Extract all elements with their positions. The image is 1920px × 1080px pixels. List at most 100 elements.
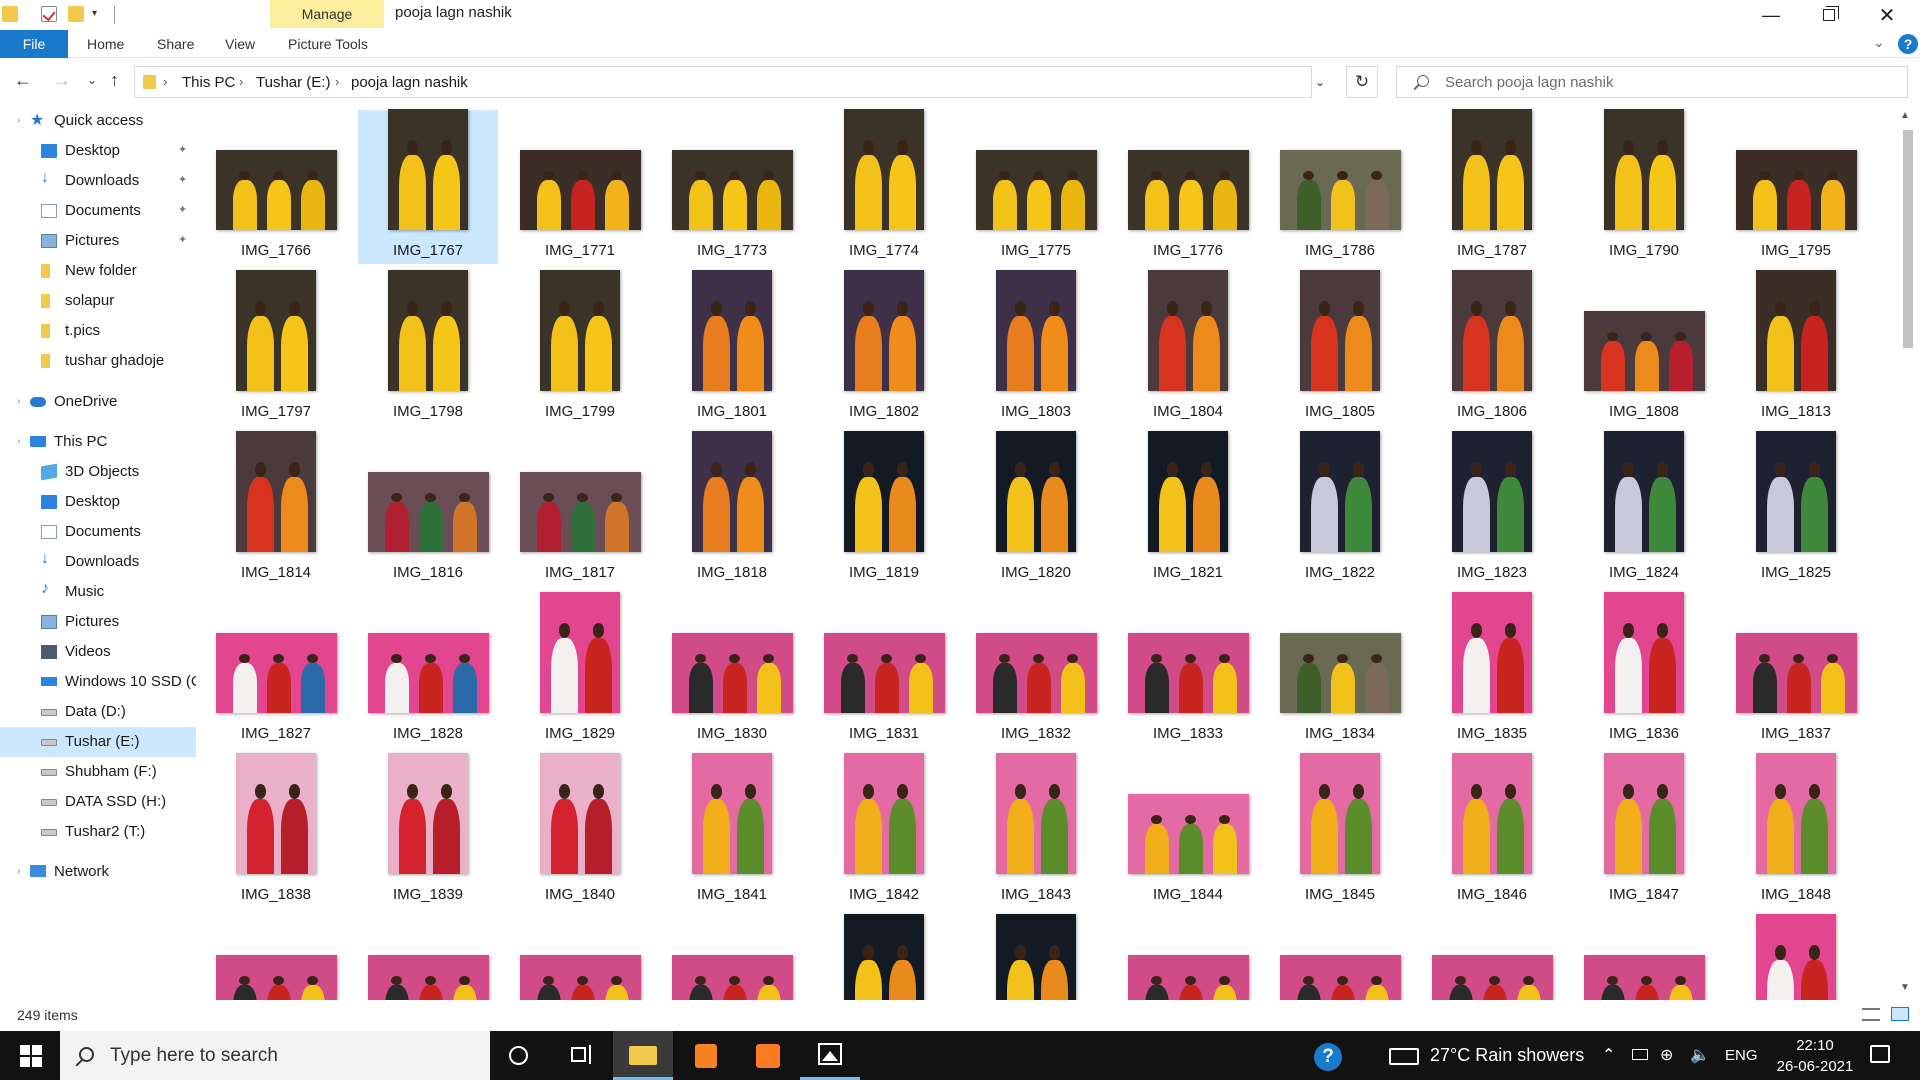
- file-item[interactable]: [966, 914, 1106, 1000]
- sublime-text-taskbar-button[interactable]: [675, 1031, 735, 1080]
- file-item[interactable]: IMG_1818: [662, 431, 802, 586]
- file-item[interactable]: IMG_1835: [1422, 592, 1562, 747]
- start-button[interactable]: [0, 1031, 60, 1080]
- forward-arrow-icon[interactable]: →: [53, 70, 71, 91]
- file-item[interactable]: IMG_1848: [1726, 753, 1866, 908]
- file-item[interactable]: IMG_1830: [662, 593, 802, 747]
- show-hidden-icons-chevron-icon[interactable]: ⌃: [1602, 1045, 1615, 1065]
- sidebar-item[interactable]: t.pics: [0, 316, 196, 346]
- back-arrow-icon[interactable]: ←: [14, 70, 32, 91]
- breadcrumb-separator-icon[interactable]: ›: [335, 74, 339, 89]
- file-item[interactable]: IMG_1799: [510, 270, 650, 425]
- sidebar-item[interactable]: Tushar (E:): [0, 727, 196, 757]
- file-item[interactable]: IMG_1843: [966, 753, 1106, 908]
- search-input[interactable]: [1445, 71, 1895, 93]
- refresh-button[interactable]: ↻: [1346, 66, 1378, 98]
- maximize-button[interactable]: [1800, 0, 1858, 30]
- task-view-button[interactable]: [550, 1031, 610, 1080]
- file-item[interactable]: IMG_1771: [510, 110, 650, 264]
- breadcrumb-this-pc[interactable]: This PC: [182, 74, 235, 91]
- sidebar-item[interactable]: › OneDrive: [0, 387, 196, 417]
- sidebar-item[interactable]: Pictures ✦: [0, 226, 196, 256]
- sidebar-item[interactable]: › Network: [0, 857, 196, 887]
- sidebar-item[interactable]: ♪ Music: [0, 577, 196, 607]
- file-item[interactable]: IMG_1773: [662, 110, 802, 264]
- file-item[interactable]: [662, 915, 802, 1000]
- large-icons-view-icon[interactable]: [1891, 1007, 1909, 1021]
- file-item[interactable]: IMG_1831: [814, 593, 954, 747]
- file-item[interactable]: IMG_1787: [1422, 109, 1562, 264]
- details-view-icon[interactable]: [1862, 1008, 1880, 1021]
- customize-quick-access-dropdown-icon[interactable]: ▾: [92, 8, 97, 19]
- manage-contextual-tab[interactable]: Manage: [270, 0, 384, 28]
- file-item[interactable]: [814, 914, 954, 1000]
- sidebar-item[interactable]: Desktop: [0, 487, 196, 517]
- breadcrumb-separator-icon[interactable]: ›: [163, 74, 167, 89]
- breadcrumb-drive[interactable]: Tushar (E:): [256, 74, 330, 91]
- tab-home[interactable]: Home: [87, 30, 124, 58]
- file-item[interactable]: IMG_1766: [206, 110, 346, 264]
- sidebar-item[interactable]: Data (D:): [0, 697, 196, 727]
- file-item[interactable]: IMG_1841: [662, 753, 802, 908]
- file-item[interactable]: IMG_1838: [206, 753, 346, 908]
- volume-icon[interactable]: 🔈: [1690, 1045, 1710, 1065]
- close-button[interactable]: ✕: [1858, 0, 1916, 30]
- minimize-button[interactable]: —: [1742, 0, 1800, 30]
- file-item[interactable]: IMG_1806: [1422, 270, 1562, 425]
- file-item[interactable]: IMG_1776: [1118, 110, 1258, 264]
- sidebar-item[interactable]: Documents ✦: [0, 196, 196, 226]
- file-item[interactable]: IMG_1834: [1270, 593, 1410, 747]
- scrollbar-thumb[interactable]: [1903, 130, 1913, 348]
- sidebar-item[interactable]: Desktop ✦: [0, 136, 196, 166]
- sidebar-item[interactable]: Tushar2 (T:): [0, 817, 196, 847]
- file-item[interactable]: IMG_1817: [510, 432, 650, 586]
- file-item[interactable]: IMG_1797: [206, 270, 346, 425]
- input-language-indicator[interactable]: ENG: [1725, 1047, 1758, 1064]
- expand-chevron-icon[interactable]: ›: [17, 866, 20, 877]
- sidebar-item[interactable]: tushar ghadoje: [0, 346, 196, 376]
- file-item[interactable]: IMG_1836: [1574, 592, 1714, 747]
- tab-share[interactable]: Share: [157, 30, 194, 58]
- file-item[interactable]: IMG_1845: [1270, 753, 1410, 908]
- new-folder-icon[interactable]: [68, 6, 84, 22]
- weather-widget[interactable]: 27°C Rain showers: [1430, 1045, 1584, 1066]
- file-item[interactable]: IMG_1774: [814, 109, 954, 264]
- file-item[interactable]: IMG_1828: [358, 593, 498, 747]
- sidebar-item[interactable]: Pictures: [0, 607, 196, 637]
- tab-picture-tools[interactable]: Picture Tools: [288, 30, 368, 58]
- file-item[interactable]: IMG_1823: [1422, 431, 1562, 586]
- address-bar[interactable]: › This PC › Tushar (E:) › pooja lagn nas…: [134, 66, 1325, 98]
- sidebar-item[interactable]: ↓ Downloads ✦: [0, 166, 196, 196]
- file-item[interactable]: IMG_1795: [1726, 110, 1866, 264]
- file-item[interactable]: IMG_1813: [1726, 270, 1866, 425]
- file-item[interactable]: IMG_1775: [966, 110, 1106, 264]
- help-icon[interactable]: ?: [1898, 34, 1918, 54]
- address-dropdown-icon[interactable]: ⌄: [1315, 75, 1325, 89]
- file-item[interactable]: IMG_1786: [1270, 110, 1410, 264]
- file-explorer-taskbar-button[interactable]: [613, 1031, 673, 1080]
- file-item[interactable]: IMG_1824: [1574, 431, 1714, 586]
- clock-date[interactable]: 26-06-2021: [1775, 1058, 1855, 1075]
- file-item[interactable]: IMG_1833: [1118, 593, 1258, 747]
- file-item[interactable]: IMG_1842: [814, 753, 954, 908]
- file-item[interactable]: [1270, 915, 1410, 1000]
- sidebar-item[interactable]: 3D Objects: [0, 457, 196, 487]
- search-box[interactable]: [1396, 66, 1908, 98]
- file-item[interactable]: IMG_1822: [1270, 431, 1410, 586]
- xampp-taskbar-button[interactable]: [738, 1031, 798, 1080]
- photos-taskbar-button[interactable]: [800, 1031, 860, 1080]
- file-item[interactable]: IMG_1767: [358, 109, 498, 264]
- scroll-down-arrow-icon[interactable]: ▼: [1900, 982, 1910, 993]
- sidebar-item[interactable]: DATA SSD (H:): [0, 787, 196, 817]
- sidebar-item[interactable]: › This PC: [0, 427, 196, 457]
- file-item[interactable]: IMG_1847: [1574, 753, 1714, 908]
- file-item[interactable]: IMG_1840: [510, 753, 650, 908]
- file-item[interactable]: IMG_1846: [1422, 753, 1562, 908]
- file-item[interactable]: IMG_1820: [966, 431, 1106, 586]
- clock-time[interactable]: 22:10: [1785, 1037, 1845, 1054]
- file-item[interactable]: IMG_1808: [1574, 271, 1714, 425]
- taskbar-search-box[interactable]: Type here to search: [60, 1031, 490, 1080]
- file-item[interactable]: IMG_1821: [1118, 431, 1258, 586]
- weather-icon[interactable]: [1389, 1048, 1419, 1065]
- file-item[interactable]: IMG_1819: [814, 431, 954, 586]
